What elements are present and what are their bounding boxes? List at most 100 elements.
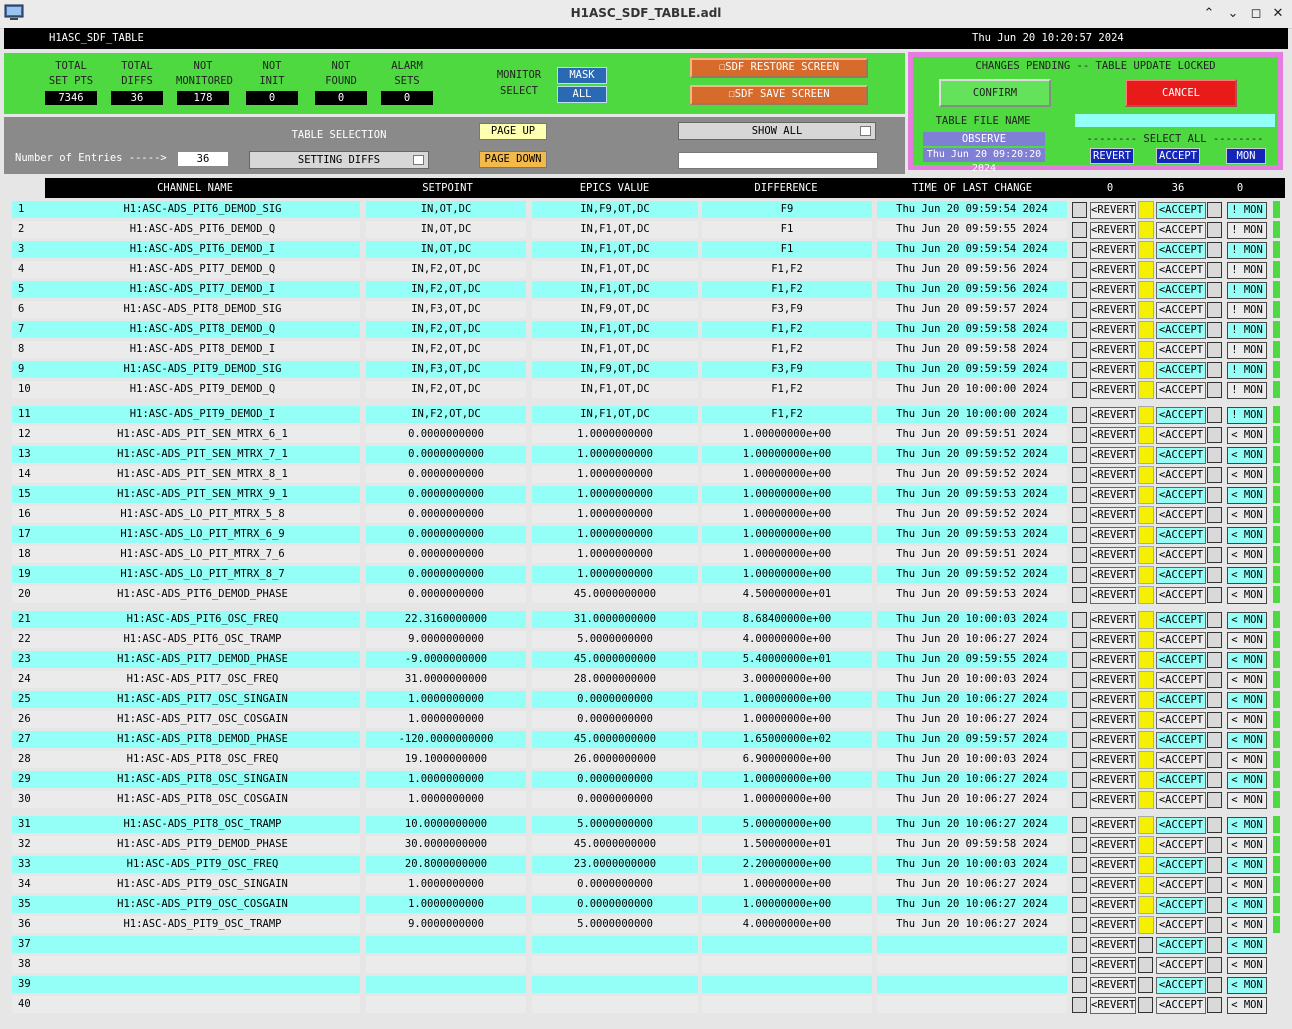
revert-button[interactable]: <REVERT [1090,632,1136,649]
chevron-up-icon[interactable]: ⌃ [1200,5,1218,23]
revert-button[interactable]: <REVERT [1090,752,1136,769]
mon-checkbox[interactable] [1207,302,1222,318]
accept-button[interactable]: <ACCEPT [1156,772,1206,789]
accept-checkbox[interactable] [1138,546,1154,564]
revert-button[interactable]: <REVERT [1090,222,1136,239]
mon-button[interactable]: < MON [1227,817,1267,834]
revert-checkbox[interactable] [1072,362,1087,378]
mon-button[interactable]: < MON [1227,792,1267,809]
accept-button[interactable]: <ACCEPT [1156,507,1206,524]
mon-button[interactable]: < MON [1227,447,1267,464]
revert-button[interactable]: <REVERT [1090,302,1136,319]
accept-checkbox[interactable] [1138,631,1154,649]
accept-checkbox[interactable] [1138,261,1154,279]
accept-button[interactable]: <ACCEPT [1156,792,1206,809]
mon-checkbox[interactable] [1207,322,1222,338]
revert-button[interactable]: <REVERT [1090,202,1136,219]
revert-checkbox[interactable] [1072,612,1087,628]
mon-button[interactable]: ! MON [1227,242,1267,259]
revert-checkbox[interactable] [1072,897,1087,913]
revert-button[interactable]: <REVERT [1090,917,1136,934]
accept-button[interactable]: <ACCEPT [1156,447,1206,464]
accept-checkbox[interactable] [1138,791,1154,809]
revert-checkbox[interactable] [1072,222,1087,238]
mon-checkbox[interactable] [1207,487,1222,503]
mon-checkbox[interactable] [1207,447,1222,463]
accept-checkbox[interactable] [1138,566,1154,584]
revert-button[interactable]: <REVERT [1090,857,1136,874]
revert-button[interactable]: <REVERT [1090,362,1136,379]
revert-checkbox[interactable] [1072,507,1087,523]
revert-button[interactable]: <REVERT [1090,612,1136,629]
filter-input[interactable] [678,152,878,169]
mask-button[interactable]: MASK [557,67,607,84]
revert-checkbox[interactable] [1072,202,1087,218]
mon-checkbox[interactable] [1207,817,1222,833]
revert-button[interactable]: <REVERT [1090,342,1136,359]
accept-checkbox[interactable] [1138,426,1154,444]
accept-button[interactable]: <ACCEPT [1156,732,1206,749]
revert-button[interactable]: <REVERT [1090,817,1136,834]
accept-checkbox[interactable] [1138,836,1154,854]
accept-button[interactable]: <ACCEPT [1156,957,1206,974]
revert-checkbox[interactable] [1072,977,1087,993]
page-up-button[interactable]: PAGE UP [479,123,547,140]
accept-button[interactable]: <ACCEPT [1156,672,1206,689]
revert-checkbox[interactable] [1072,712,1087,728]
revert-button[interactable]: <REVERT [1090,997,1136,1014]
mon-checkbox[interactable] [1207,407,1222,423]
revert-checkbox[interactable] [1072,732,1087,748]
revert-button[interactable]: <REVERT [1090,652,1136,669]
mon-button[interactable]: < MON [1227,877,1267,894]
mon-checkbox[interactable] [1207,632,1222,648]
accept-button[interactable]: <ACCEPT [1156,242,1206,259]
minimize-icon[interactable]: ⌄ [1224,5,1242,23]
mon-button[interactable]: < MON [1227,997,1267,1014]
mon-button[interactable]: < MON [1227,467,1267,484]
revert-button[interactable]: <REVERT [1090,957,1136,974]
accept-button[interactable]: <ACCEPT [1156,262,1206,279]
revert-checkbox[interactable] [1072,672,1087,688]
mon-button[interactable]: < MON [1227,487,1267,504]
revert-checkbox[interactable] [1072,837,1087,853]
accept-button[interactable]: <ACCEPT [1156,407,1206,424]
revert-checkbox[interactable] [1072,877,1087,893]
accept-checkbox[interactable] [1138,281,1154,299]
mon-checkbox[interactable] [1207,712,1222,728]
revert-button[interactable]: <REVERT [1090,877,1136,894]
mon-checkbox[interactable] [1207,977,1222,993]
mon-checkbox[interactable] [1207,917,1222,933]
mon-checkbox[interactable] [1207,772,1222,788]
mon-checkbox[interactable] [1207,857,1222,873]
accept-checkbox[interactable] [1138,916,1154,934]
revert-button[interactable]: <REVERT [1090,447,1136,464]
mon-checkbox[interactable] [1207,587,1222,603]
revert-checkbox[interactable] [1072,792,1087,808]
mon-checkbox[interactable] [1207,997,1222,1013]
page-down-button[interactable]: PAGE DOWN [479,151,547,168]
revert-checkbox[interactable] [1072,447,1087,463]
accept-checkbox[interactable] [1138,341,1154,359]
revert-button[interactable]: <REVERT [1090,487,1136,504]
accept-checkbox[interactable] [1138,301,1154,319]
accept-button[interactable]: <ACCEPT [1156,342,1206,359]
revert-button[interactable]: <REVERT [1090,772,1136,789]
mon-checkbox[interactable] [1207,507,1222,523]
revert-button[interactable]: <REVERT [1090,897,1136,914]
revert-checkbox[interactable] [1072,587,1087,603]
accept-checkbox[interactable] [1138,977,1153,993]
mon-button[interactable]: < MON [1227,977,1267,994]
accept-button[interactable]: <ACCEPT [1156,487,1206,504]
mon-button[interactable]: < MON [1227,507,1267,524]
accept-button[interactable]: <ACCEPT [1156,382,1206,399]
mon-button[interactable]: < MON [1227,527,1267,544]
revert-checkbox[interactable] [1072,262,1087,278]
mon-button[interactable]: < MON [1227,612,1267,629]
accept-checkbox[interactable] [1138,221,1154,239]
accept-checkbox[interactable] [1138,611,1154,629]
accept-checkbox[interactable] [1138,876,1154,894]
confirm-button[interactable]: CONFIRM [939,79,1051,107]
mon-checkbox[interactable] [1207,202,1222,218]
mon-checkbox[interactable] [1207,382,1222,398]
revert-checkbox[interactable] [1072,632,1087,648]
